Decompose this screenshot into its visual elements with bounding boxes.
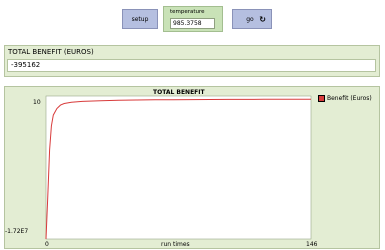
setup-button-label: setup (131, 15, 149, 23)
temperature-label: temperature (170, 9, 205, 15)
y-min-tick: -1.72E7 (5, 228, 29, 235)
go-button-label: go (246, 15, 254, 23)
plot-legend: Benefit (Euros) (318, 95, 372, 102)
x-max-tick: 146 (306, 241, 318, 248)
monitor-value: -395162 (7, 59, 376, 72)
x-min-tick: 0 (45, 241, 49, 248)
temperature-value[interactable]: 985.3758 (170, 18, 215, 29)
legend-swatch (318, 95, 325, 102)
temperature-slider[interactable]: temperature 985.3758 (163, 6, 223, 32)
total-benefit-plot[interactable]: TOTAL BENEFIT 10 -1.72E7 0 146 run times… (4, 86, 380, 249)
y-max-tick: 10 (33, 99, 41, 106)
plot-title: TOTAL BENEFIT (153, 89, 205, 96)
setup-button[interactable]: setup (122, 9, 158, 29)
total-benefit-monitor: TOTAL BENEFIT (EUROS) -395162 (4, 45, 380, 77)
legend-label: Benefit (Euros) (327, 95, 372, 102)
x-axis-label: run times (161, 241, 190, 248)
forever-icon: ↻ (259, 15, 266, 24)
monitor-label: TOTAL BENEFIT (EUROS) (8, 48, 94, 56)
go-button[interactable]: go ↻ (232, 9, 272, 29)
plot-area (45, 95, 312, 240)
plot-canvas (45, 95, 312, 240)
